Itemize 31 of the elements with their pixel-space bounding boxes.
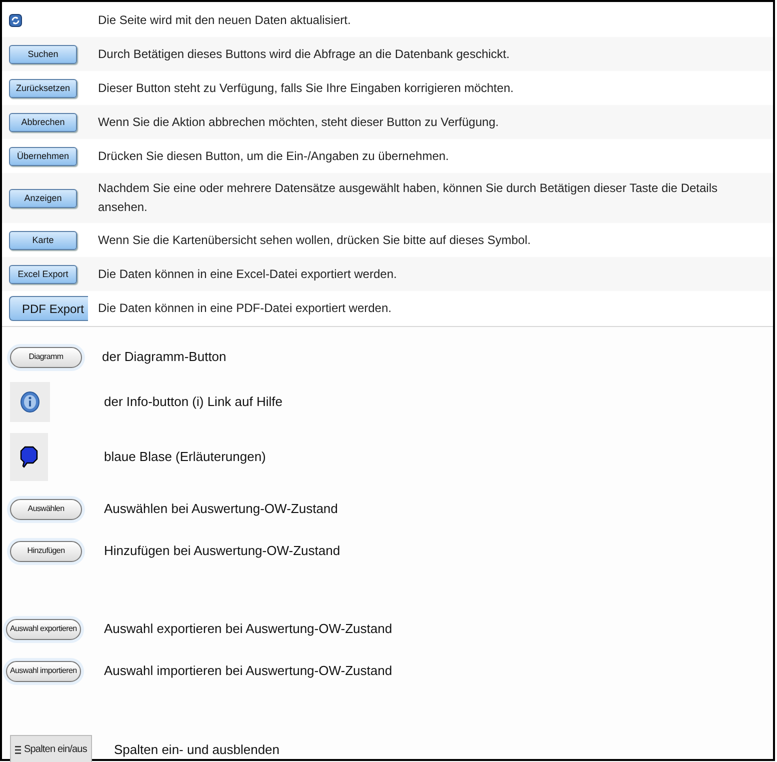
description-text: Auswählen bei Auswertung-OW-Zustand [103,500,338,518]
description-text: Durch Betätigen dieses Buttons wird die Abfrage an die Datenbank geschickt. [97,46,511,62]
description-text: Wenn Sie die Aktion abbrechen möchten, steht dieser Button zu Verfügung. [97,114,500,130]
description-text: Drücken Sie diesen Button, um die Ein-/Angaben zu übernehmen. [97,148,450,164]
description-text: Auswahl importieren bei Auswertung-OW-Zustand [103,662,392,680]
description-text: Die Seite wird mit den neuen Daten aktualisiert. [97,12,352,28]
description-text: Nachdem Sie eine oder mehrere Datensätze ausgewählt haben, können Sie durch Betätigen dieser Taste die Details ansehen. [97,180,718,216]
description-text: Die Daten können in eine Excel-Datei exportiert werden. [97,266,398,282]
toolbar-button[interactable]: Suchen [9,44,77,64]
button-label: Spalten ein/aus [24,745,87,755]
list-icon [15,746,21,754]
description-text: blaue Blase (Erläuterungen) [103,448,266,466]
description-text: Auswahl exportieren bei Auswertung-OW-Zustand [103,620,392,638]
columns-toggle-button[interactable]: Spalten ein/aus [10,735,92,762]
toolbar-button[interactable]: Excel Export [9,264,77,284]
toolbar-button[interactable]: Karte [9,230,77,250]
refresh-icon[interactable] [9,14,22,26]
description-text: der Info-button (i) Link auf Hilfe [103,393,282,412]
description-text: Spalten ein- und ausblenden [113,741,280,760]
toolbar-button[interactable]: Zurücksetzen [9,78,77,98]
export-button[interactable]: PDF Export [9,296,88,321]
info-icon[interactable] [10,382,50,422]
description-text: Dieser Button steht zu Verfügung, falls Sie Ihre Eingaben korrigieren möchten. [97,80,515,96]
speech-bubble-icon[interactable] [10,433,48,481]
toolbar-button[interactable]: Übernehmen [9,146,77,166]
description-text: Hinzufügen bei Auswertung-OW-Zustand [103,542,340,560]
toolbar-button[interactable]: Anzeigen [9,188,77,208]
description-text: Wenn Sie die Kartenübersicht sehen wollen, drücken Sie bitte auf dieses Symbol. [97,232,532,248]
description-text: der Diagramm-Button [102,348,226,366]
description-text: Die Daten können in eine PDF-Datei exportiert werden. [97,300,392,317]
toolbar-button[interactable]: Abbrechen [9,112,77,132]
